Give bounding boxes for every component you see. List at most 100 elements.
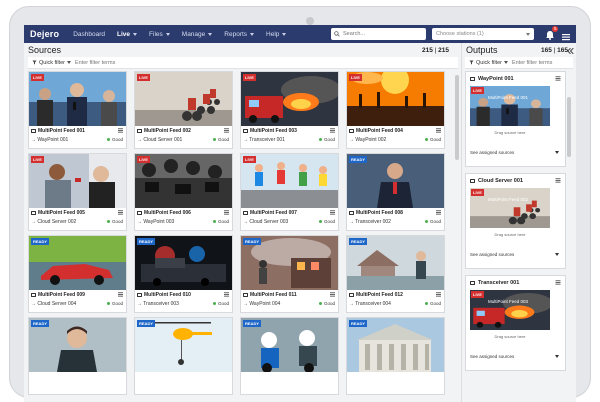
sources-count: 215 | 215 bbox=[422, 47, 449, 54]
outputs-filter-input[interactable] bbox=[511, 59, 562, 66]
outputs-quick-filter[interactable]: Quick filter bbox=[465, 60, 512, 66]
main-menu-button[interactable] bbox=[561, 29, 571, 41]
sources-filter-input[interactable] bbox=[74, 59, 175, 66]
sources-title: Sources bbox=[28, 45, 62, 55]
source-destination[interactable]: → Cloud Server 003 bbox=[243, 219, 288, 225]
see-assigned-sources-link[interactable]: See assigned sources bbox=[470, 252, 514, 257]
card-menu-icon[interactable] bbox=[555, 280, 561, 285]
connection-status: Good bbox=[319, 301, 335, 306]
status-badge: LIVE bbox=[471, 291, 484, 298]
source-destination[interactable]: → WayPoint 001 bbox=[31, 137, 68, 143]
source-card[interactable]: LIVE MultiPoint Feed 007 → Cloud Server 0… bbox=[240, 153, 339, 231]
source-card[interactable]: READY MultiPoint Feed 011 → WayPoint 004 … bbox=[240, 235, 339, 313]
card-menu-icon[interactable] bbox=[330, 292, 335, 297]
search-box[interactable] bbox=[331, 28, 426, 40]
nav-item-manage[interactable]: Manage bbox=[176, 31, 219, 38]
search-input[interactable] bbox=[343, 31, 423, 37]
card-menu-icon[interactable] bbox=[118, 128, 123, 133]
source-card[interactable]: LIVE MultiPoint Feed 005 → Cloud Server 0… bbox=[28, 153, 127, 231]
connection-status-label: Good bbox=[111, 301, 123, 306]
source-card[interactable]: LIVE MultiPoint Feed 002 → Cloud Server 0… bbox=[134, 71, 233, 149]
card-menu-icon[interactable] bbox=[555, 76, 561, 81]
card-menu-icon[interactable] bbox=[555, 178, 561, 183]
source-card[interactable]: LIVE MultiPoint Feed 006 → WayPoint 003 G… bbox=[134, 153, 233, 231]
source-destination[interactable]: → Transceiver 004 bbox=[349, 301, 391, 307]
nav-item-files[interactable]: Files bbox=[143, 31, 176, 38]
source-name: MultiPoint Feed 005 bbox=[31, 210, 85, 216]
connection-status: Good bbox=[425, 301, 441, 306]
sources-scrollbar[interactable] bbox=[455, 75, 459, 160]
source-card[interactable]: LIVE MultiPoint Feed 001 → WayPoint 001 G… bbox=[28, 71, 127, 149]
source-name-label: MultiPoint Feed 009 bbox=[38, 292, 85, 298]
nav-item-reports[interactable]: Reports bbox=[218, 31, 260, 38]
source-card[interactable]: READY MultiPoint Feed 010 → Transceiver 0… bbox=[134, 235, 233, 313]
drag-source-hint[interactable]: Drag source here bbox=[470, 130, 550, 135]
source-card[interactable]: LIVE MultiPoint Feed 003 → Transceiver 00… bbox=[240, 71, 339, 149]
card-menu-icon[interactable] bbox=[330, 210, 335, 215]
source-destination[interactable]: → Transceiver 003 bbox=[137, 301, 179, 307]
source-destination[interactable]: → Cloud Server 004 bbox=[31, 301, 76, 307]
source-name: MultiPoint Feed 003 bbox=[243, 128, 297, 134]
source-name: MultiPoint Feed 002 bbox=[137, 128, 191, 134]
status-badge: READY bbox=[31, 238, 50, 245]
status-badge: READY bbox=[349, 156, 368, 163]
card-menu-icon[interactable] bbox=[330, 128, 335, 133]
card-menu-icon[interactable] bbox=[436, 292, 441, 297]
card-menu-icon[interactable] bbox=[224, 292, 229, 297]
connection-status-label: Good bbox=[217, 137, 229, 142]
source-card[interactable]: READY MultiPoint Feed 009 → Cloud Server … bbox=[28, 235, 127, 313]
output-card[interactable]: Cloud Server 001 LIVE MultiPoint Feed 00… bbox=[465, 173, 566, 269]
collapse-panel-icon[interactable] bbox=[567, 48, 574, 54]
source-card[interactable]: LIVE MultiPoint Feed 004 → WayPoint 002 G… bbox=[346, 71, 445, 149]
card-menu-icon[interactable] bbox=[436, 210, 441, 215]
source-destination[interactable]: → WayPoint 004 bbox=[243, 301, 280, 307]
outputs-scrollbar[interactable] bbox=[567, 97, 571, 157]
outputs-title: Outputs bbox=[466, 45, 498, 55]
source-card[interactable]: READY MultiPoint Feed 012 → Transceiver 0… bbox=[346, 235, 445, 313]
output-card[interactable]: Transceiver 001 LIVE MultiPoint Feed 003… bbox=[465, 275, 566, 371]
card-menu-icon[interactable] bbox=[436, 128, 441, 133]
sources-filter-bar: Quick filter bbox=[28, 57, 458, 69]
station-chooser[interactable]: Choose stations (1) bbox=[432, 28, 534, 40]
sources-quick-filter[interactable]: Quick filter bbox=[28, 60, 75, 66]
drag-source-hint[interactable]: Drag source here bbox=[470, 334, 550, 339]
source-destination[interactable]: → Transceiver 001 bbox=[243, 137, 285, 143]
source-name-label: MultiPoint Feed 010 bbox=[144, 292, 191, 298]
source-destination[interactable]: → Cloud Server 002 bbox=[31, 219, 76, 225]
card-menu-icon[interactable] bbox=[118, 210, 123, 215]
connection-status-label: Good bbox=[217, 301, 229, 306]
source-card[interactable]: READY bbox=[28, 317, 127, 395]
see-assigned-sources-link[interactable]: See assigned sources bbox=[470, 354, 514, 359]
nav-item-dashboard[interactable]: Dashboard bbox=[67, 31, 111, 38]
nav-item-help[interactable]: Help bbox=[260, 31, 292, 38]
status-dot-icon bbox=[319, 302, 323, 305]
see-assigned-sources-link[interactable]: See assigned sources bbox=[470, 150, 514, 155]
source-destination[interactable]: → Cloud Server 001 bbox=[137, 137, 182, 143]
device-icon bbox=[349, 129, 354, 133]
source-card[interactable]: READY bbox=[240, 317, 339, 395]
source-card[interactable]: READY MultiPoint Feed 008 → Transceiver 0… bbox=[346, 153, 445, 231]
source-destination[interactable]: → Transceiver 002 bbox=[349, 219, 391, 225]
brand-logo[interactable]: Dejero bbox=[24, 29, 67, 39]
sources-count-shown: 215 bbox=[422, 47, 433, 54]
chevron-down-icon bbox=[282, 32, 287, 36]
chevron-down-icon[interactable] bbox=[555, 355, 559, 358]
notifications-button[interactable]: 5 bbox=[544, 26, 558, 40]
drag-source-hint[interactable]: Drag source here bbox=[470, 232, 550, 237]
source-destination[interactable]: → WayPoint 002 bbox=[349, 137, 386, 143]
source-destination[interactable]: → WayPoint 003 bbox=[137, 219, 174, 225]
card-menu-icon[interactable] bbox=[224, 128, 229, 133]
quick-filter-label: Quick filter bbox=[476, 59, 502, 66]
source-name-label: MultiPoint Feed 003 bbox=[250, 128, 297, 134]
card-menu-icon[interactable] bbox=[224, 210, 229, 215]
source-name: MultiPoint Feed 008 bbox=[349, 210, 403, 216]
chevron-down-icon[interactable] bbox=[555, 151, 559, 154]
search-icon bbox=[334, 31, 340, 37]
chevron-down-icon[interactable] bbox=[555, 253, 559, 256]
source-card[interactable]: READY bbox=[134, 317, 233, 395]
source-card[interactable]: READY bbox=[346, 317, 445, 395]
card-menu-icon[interactable] bbox=[118, 292, 123, 297]
status-dot-icon bbox=[107, 138, 111, 141]
output-card[interactable]: WayPoint 001 LIVE MultiPoint Feed 001 Dr… bbox=[465, 71, 566, 167]
nav-item-live[interactable]: Live bbox=[111, 31, 143, 38]
